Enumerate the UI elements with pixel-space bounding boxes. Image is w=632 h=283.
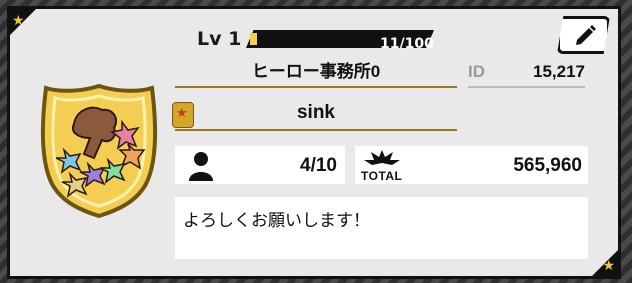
profile-message: よろしくお願いします！ [183, 211, 370, 230]
corner-star-icon: ★ [10, 9, 36, 35]
pencil-icon [576, 25, 596, 45]
total-label: TOTAL [361, 169, 403, 183]
id-underline [468, 86, 585, 88]
id-value: 15,217 [533, 62, 585, 81]
edit-profile-button[interactable] [557, 16, 610, 54]
xp-text: 11/100 [380, 36, 434, 52]
person-icon [189, 152, 213, 181]
corner-star-icon: ★ [592, 250, 618, 276]
id-label: ID [468, 62, 485, 81]
total-value: 565,960 [513, 155, 582, 176]
agency-emblem [40, 83, 158, 219]
agency-name: ヒーロー事務所0 [175, 58, 457, 88]
player-name: sink [296, 102, 336, 123]
xp-bar-fill [250, 33, 257, 45]
player-underline [175, 129, 457, 131]
level-label: Lv 1 [197, 28, 242, 50]
members-count: 4/10 [300, 155, 337, 176]
